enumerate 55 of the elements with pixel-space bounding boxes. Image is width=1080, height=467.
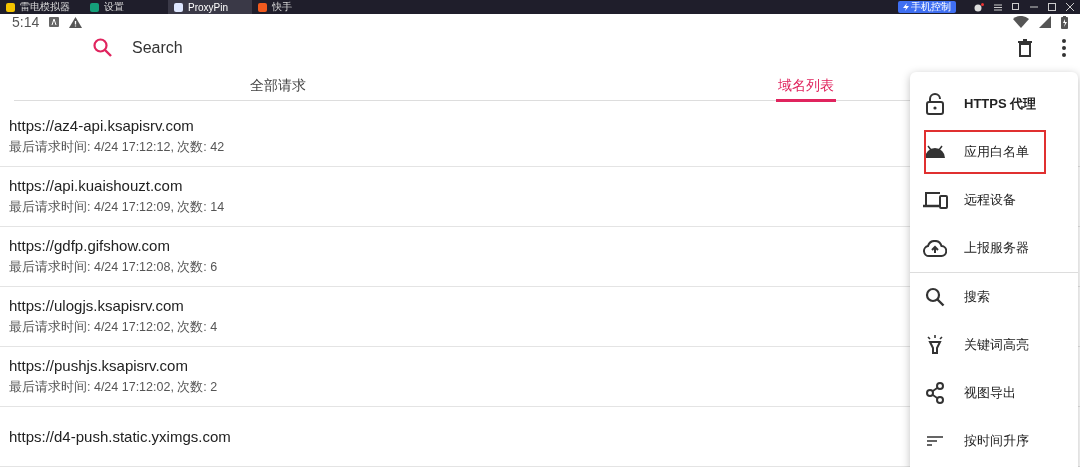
search-field[interactable]: Search [130,37,334,58]
tab[interactable]: 全部请求 [248,72,308,102]
trash-icon[interactable] [1018,38,1032,57]
sort-icon [927,436,943,446]
app-icon [90,2,99,12]
minimize-icon[interactable] [1030,3,1038,11]
request-info: 最后请求时间: 4/24 17:12:09, 次数: 14 [9,199,225,216]
lightning-icon [903,3,909,11]
request-info: 最后请求时间: 4/24 17:12:02, 次数: 2 [9,379,218,396]
request-info: 最后请求时间: 4/24 17:12:08, 次数: 6 [9,259,218,276]
signal-icon [1039,16,1051,29]
domain-url[interactable]: https://az4-api.ksapisrv.com [9,117,194,134]
menu-item[interactable]: 应用白名单 [922,128,1048,176]
devices-icon [922,191,948,209]
domain-url[interactable]: https://d4-push.static.yximgs.com [9,428,231,445]
menu-item[interactable]: 远程设备 [910,176,1078,224]
cloud-upload-icon [923,239,947,257]
window-tab[interactable]: 快手 [252,0,336,14]
app-icon [258,2,267,12]
menu-item[interactable]: 搜索 [910,273,1078,321]
lock-icon [925,93,945,115]
android-icon [924,145,946,159]
menu-item[interactable]: 按时间升序 [910,417,1078,465]
domain-url[interactable]: https://pushjs.ksapisrv.com [9,357,188,374]
search-icon[interactable] [93,38,112,58]
request-info: 最后请求时间: 4/24 17:12:12, 次数: 42 [9,139,225,156]
window-icon[interactable] [1012,3,1020,11]
window-tab[interactable]: ProxyPin [168,0,252,14]
warning-icon [69,16,83,28]
battery-icon [1061,15,1068,29]
domain-url[interactable]: https://api.kuaishouzt.com [9,177,183,194]
share-icon [925,382,945,404]
menu-item[interactable]: 关键词高亮 [910,321,1078,369]
menu-item[interactable]: HTTPS 代理 [910,80,1078,128]
app-icon [174,2,183,12]
domain-url[interactable]: https://gdfp.gifshow.com [9,237,170,254]
tab[interactable]: 域名列表 [776,72,836,102]
account-icon[interactable] [974,2,984,12]
lightbulb-icon [926,334,944,356]
request-info: 最后请求时间: 4/24 17:12:02, 次数: 4 [9,319,218,336]
notification-icon [49,17,60,28]
phone-control-button[interactable]: 手机控制 [898,1,956,13]
menu-item[interactable]: 视图导出 [910,369,1078,417]
app-icon [6,2,15,12]
clock: 5:14 [12,14,40,31]
search-icon [925,287,945,307]
window-tab[interactable]: 设置 [84,0,168,14]
domain-url[interactable]: https://ulogjs.ksapisrv.com [9,297,184,314]
wifi-icon [1013,16,1029,29]
window-tab[interactable]: 雷电模拟器 [0,0,84,14]
maximize-icon[interactable] [1048,3,1056,11]
more-options-icon[interactable] [1062,38,1066,57]
menu-item[interactable]: 上报服务器 [910,224,1078,272]
menu-icon[interactable] [994,3,1002,11]
close-icon[interactable] [1066,3,1074,11]
